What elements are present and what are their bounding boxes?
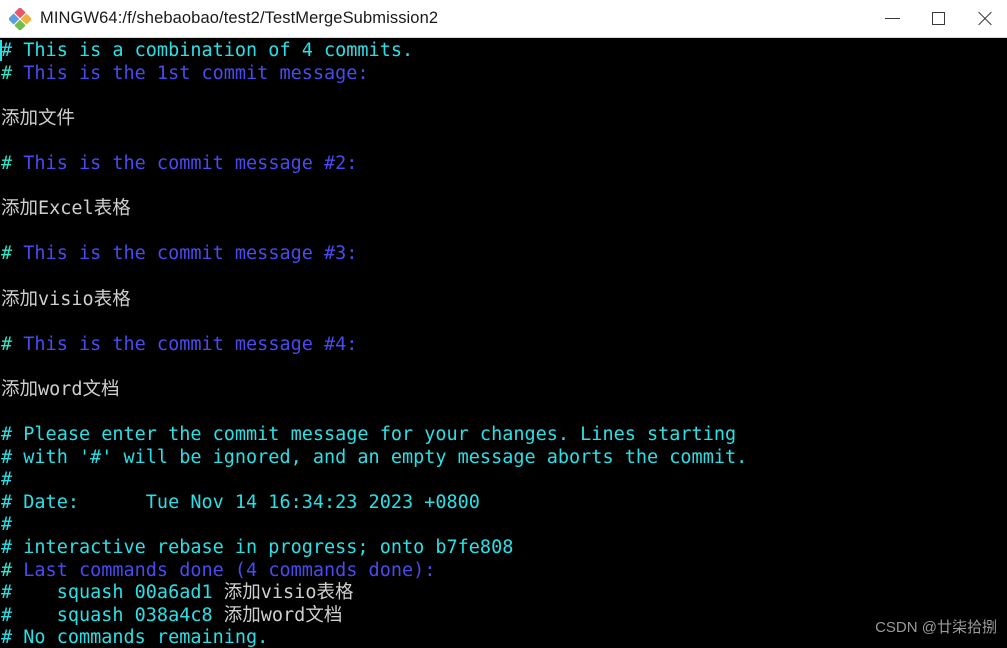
- terminal-text-segment: #: [1, 152, 13, 174]
- close-button[interactable]: [961, 0, 1007, 37]
- terminal-text-segment: This is the 1st commit message:: [12, 62, 369, 84]
- terminal-line: 添加Excel表格: [0, 198, 1007, 221]
- terminal-line: # squash 00a6ad1 添加visio表格: [0, 582, 1007, 605]
- terminal-line: [0, 402, 1007, 425]
- terminal-text-segment: This is the commit message #3:: [12, 243, 358, 265]
- terminal-line: 添加word文档: [0, 379, 1007, 402]
- terminal-line: [0, 356, 1007, 379]
- terminal-line: 添加文件: [0, 108, 1007, 131]
- terminal-text-segment: 添加word文档: [1, 378, 120, 400]
- terminal-line: [0, 176, 1007, 199]
- terminal-line: # No commands remaining.: [0, 627, 1007, 648]
- terminal-text-segment: #: [1, 559, 13, 581]
- terminal-text-segment: 添加visio表格: [1, 288, 131, 310]
- terminal-text-segment: 添加文件: [1, 107, 76, 129]
- text-cursor: [0, 40, 2, 61]
- terminal-line: [0, 311, 1007, 334]
- git-bash-icon: [7, 6, 33, 31]
- minimize-icon: [884, 18, 900, 19]
- terminal-line: [0, 85, 1007, 108]
- terminal-line: # This is the commit message #4:: [0, 334, 1007, 357]
- terminal-output[interactable]: # This is a combination of 4 commits. # T…: [0, 38, 1007, 648]
- terminal-line: # with '#' will be ignored, and an empty…: [0, 447, 1007, 470]
- terminal-text-segment: This is the commit message #2:: [12, 152, 358, 174]
- terminal-line: [0, 221, 1007, 244]
- window-titlebar: MINGW64:/f/shebaobao/test2/TestMergeSubm…: [0, 0, 1007, 38]
- terminal-text-segment: 添加visio表格: [223, 582, 354, 604]
- window-title: MINGW64:/f/shebaobao/test2/TestMergeSubm…: [40, 9, 439, 27]
- terminal-line: # This is the commit message #2:: [0, 153, 1007, 176]
- terminal-text-segment: #: [1, 469, 13, 491]
- git-bash-window: MINGW64:/f/shebaobao/test2/TestMergeSubm…: [0, 0, 1007, 648]
- terminal-line: # Last commands done (4 commands done):: [0, 560, 1007, 583]
- terminal-text-segment: #: [1, 514, 13, 536]
- terminal-text-segment: # This is a combination of 4 commits.: [1, 40, 414, 61]
- terminal-line: # This is the commit message #3:: [0, 243, 1007, 266]
- terminal-text-segment: # Date: Tue Nov 14 16:34:23 2023 +0800: [1, 491, 480, 513]
- terminal-text-segment: # No commands remaining.: [1, 627, 269, 648]
- terminal-text-segment: 添加Excel表格: [1, 198, 131, 220]
- close-icon: [976, 11, 992, 27]
- terminal-line: 添加visio表格: [0, 289, 1007, 312]
- terminal-text-segment: # Please enter the commit message for yo…: [1, 424, 737, 446]
- terminal-line: # interactive rebase in progress; onto b…: [0, 537, 1007, 560]
- terminal-line: # squash 038a4c8 添加word文档: [0, 605, 1007, 628]
- watermark: CSDN @廿柒拾捌: [875, 619, 997, 636]
- terminal-line: #: [0, 469, 1007, 492]
- terminal-text-segment: # with '#' will be ignored, and an empty…: [1, 446, 748, 468]
- terminal-line: # This is the 1st commit message:: [0, 63, 1007, 86]
- terminal-text-segment: 添加word文档: [223, 604, 343, 626]
- terminal-text-segment: This is the commit message #4:: [12, 333, 358, 355]
- terminal-text-segment: # squash 00a6ad1: [1, 582, 224, 604]
- terminal-line: [0, 130, 1007, 153]
- terminal-text-segment: # squash 038a4c8: [1, 604, 224, 626]
- terminal-text-segment: #: [1, 333, 13, 355]
- terminal-text-segment: #: [1, 62, 13, 84]
- maximize-icon: [931, 12, 945, 25]
- terminal-line: # Please enter the commit message for yo…: [0, 424, 1007, 447]
- minimize-button[interactable]: [869, 0, 915, 37]
- terminal-text-segment: # interactive rebase in progress; onto b…: [1, 537, 514, 559]
- terminal-line: # Date: Tue Nov 14 16:34:23 2023 +0800: [0, 492, 1007, 515]
- terminal-line: # This is a combination of 4 commits.: [0, 40, 1007, 63]
- terminal-text-segment: Last commands done (4 commands done):: [12, 559, 436, 581]
- terminal-line: [0, 266, 1007, 289]
- terminal-line: #: [0, 514, 1007, 537]
- terminal-text-segment: #: [1, 243, 13, 265]
- maximize-button[interactable]: [915, 0, 961, 37]
